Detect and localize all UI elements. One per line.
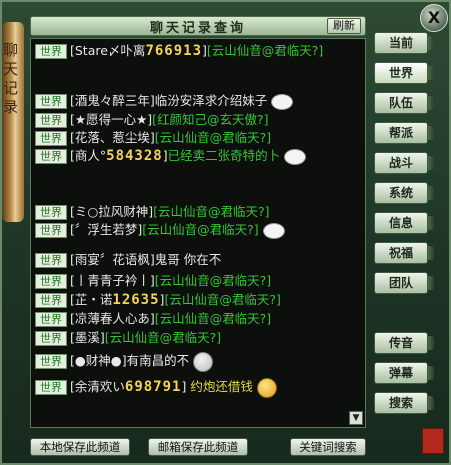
channel-tag[interactable]: 世界 xyxy=(35,223,67,238)
message-text[interactable]: [云山仙音@君临天?] xyxy=(155,130,271,145)
sender-name[interactable]: [雨宴〞花语枫] xyxy=(70,252,155,267)
chat-message: 世界 [Stare〆卟离766913][云山仙音@君临天?] xyxy=(35,41,361,61)
chat-message: 世界 [余清欢い698791] 约炮还借钱 xyxy=(35,377,277,398)
tab-danmaku[interactable]: 弹幕 xyxy=(374,362,434,384)
channel-tag[interactable]: 世界 xyxy=(35,44,67,59)
scroll-text: 聊天记录 xyxy=(1,42,19,118)
sender-score: 12635 xyxy=(112,292,160,308)
chat-message: 世界 [〞浮生若梦][云山仙音@君临天?] xyxy=(35,220,285,239)
sender-name[interactable]: [★愿得一心★] xyxy=(70,112,152,127)
sender-name[interactable]: [酒鬼々醉三年] xyxy=(70,93,155,108)
chat-message: 世界 [ミ○拉风财神][云山仙音@君临天?] xyxy=(35,202,270,221)
chat-message: 世界 [●财神●]有南昌的不 xyxy=(35,351,214,372)
window-title: 聊天记录查询 xyxy=(149,20,246,36)
title-bar: 聊天记录查询 刷新 xyxy=(30,16,366,36)
message-text[interactable]: [云山仙音@君临天?] xyxy=(105,330,221,345)
message-text[interactable]: 已经卖二张奇特的卜 xyxy=(168,148,281,163)
bunny-emote-icon xyxy=(284,148,307,165)
chat-history-window: 聊天记录 聊天记录查询 刷新 X 世界 [Stare〆卟离766913][云山仙音… xyxy=(0,0,451,465)
seal-icon xyxy=(422,428,444,454)
chat-message: 世界 [花落、惹尘埃][云山仙音@君临天?] xyxy=(35,128,271,147)
tab-world[interactable]: 世界 xyxy=(374,62,434,84)
tab-info[interactable]: 信息 xyxy=(374,212,434,234)
channel-tag[interactable]: 世界 xyxy=(35,331,67,346)
message-text[interactable]: [云山仙音@君临天?] xyxy=(155,273,271,288)
message-text: 鬼哥 你在不 xyxy=(154,252,222,267)
channel-tag[interactable]: 世界 xyxy=(35,274,67,289)
channel-tag[interactable]: 世界 xyxy=(35,113,67,128)
tab-whisper[interactable]: 传音 xyxy=(374,332,434,354)
sender-score: 584328 xyxy=(106,148,163,164)
message-text[interactable]: [云山仙音@君临天?] xyxy=(142,222,258,237)
sender-name[interactable]: [花落、惹尘埃] xyxy=(70,130,155,145)
chat-message: 世界 [雨宴〞花语枫]鬼哥 你在不 xyxy=(35,250,221,269)
refresh-button[interactable]: 刷新 xyxy=(327,18,361,34)
message-text: 有南昌的不 xyxy=(126,353,190,368)
tab-system[interactable]: 系统 xyxy=(374,182,434,204)
bunny-emote-icon xyxy=(262,222,285,239)
channel-tag[interactable]: 世界 xyxy=(35,94,67,109)
tab-guild[interactable]: 帮派 xyxy=(374,122,434,144)
close-icon[interactable]: X xyxy=(420,4,448,32)
chat-message: 世界 [墨溪][云山仙音@君临天?] xyxy=(35,328,221,347)
bunny-emote-icon xyxy=(271,93,294,110)
channel-tag[interactable]: 世界 xyxy=(35,293,67,308)
channel-tag[interactable]: 世界 xyxy=(35,253,67,268)
sender-name[interactable]: [丨青青子衿丨] xyxy=(70,273,155,288)
sender-name[interactable]: [凉薄春人心あ] xyxy=(70,311,155,326)
keyword-search-button[interactable]: 关键词搜索 xyxy=(290,438,366,456)
message-text[interactable]: [云山仙音@君临天?] xyxy=(153,204,269,219)
chat-message: 世界 [凉薄春人心あ][云山仙音@君临天?] xyxy=(35,309,271,328)
message-text: 临汾安泽求介绍妹子 xyxy=(154,93,268,108)
save-local-button[interactable]: 本地保存此频道 xyxy=(30,438,130,456)
tab-team[interactable]: 队伍 xyxy=(374,92,434,114)
save-mail-button[interactable]: 邮箱保存此频道 xyxy=(148,438,248,456)
tab-search[interactable]: 搜索 xyxy=(374,392,434,414)
tab-current[interactable]: 当前 xyxy=(374,32,434,54)
sender-name[interactable]: [余清欢い xyxy=(70,379,125,394)
sender-name[interactable]: [Stare〆卟离 xyxy=(70,43,145,58)
sender-name[interactable]: [〞浮生若梦] xyxy=(70,222,142,237)
message-text: 约炮还借钱 xyxy=(190,379,253,394)
sender-name-end: ] xyxy=(181,379,187,394)
sender-name[interactable]: [ミ○拉风财神] xyxy=(70,204,153,219)
message-text[interactable]: [云山仙音@君临天?] xyxy=(207,43,323,58)
chat-message: 世界 [芷・诺12635][云山仙音@君临天?] xyxy=(35,290,281,310)
channel-tag[interactable]: 世界 xyxy=(35,149,67,164)
tab-battle[interactable]: 战斗 xyxy=(374,152,434,174)
scroll-down-icon[interactable]: ▼ xyxy=(349,411,363,425)
message-text[interactable]: [云山仙音@君临天?] xyxy=(164,292,280,307)
sender-name[interactable]: [商人° xyxy=(70,148,106,163)
chat-message: 世界 [酒鬼々醉三年]临汾安泽求介绍妹子 xyxy=(35,91,294,110)
sender-score: 698791 xyxy=(124,379,182,395)
chat-message: 世界 [商人°584328]已经卖二张奇特的卜 xyxy=(35,146,361,166)
sender-name[interactable]: [芷・诺 xyxy=(70,292,112,307)
channel-tag[interactable]: 世界 xyxy=(35,131,67,146)
message-text[interactable]: [红颜知己@玄天傲?] xyxy=(152,112,268,127)
channel-tag[interactable]: 世界 xyxy=(35,205,67,220)
face-emote-icon xyxy=(256,377,277,398)
message-text[interactable]: [云山仙音@君临天?] xyxy=(155,311,271,326)
sender-name[interactable]: [墨溪] xyxy=(70,330,105,345)
face-emote-icon xyxy=(193,351,214,372)
tab-group[interactable]: 团队 xyxy=(374,272,434,294)
channel-tag[interactable]: 世界 xyxy=(35,380,67,395)
sender-score: 766913 xyxy=(145,43,203,59)
decorative-scroll: 聊天记录 xyxy=(1,22,24,222)
tab-blessing[interactable]: 祝福 xyxy=(374,242,434,264)
channel-tag[interactable]: 世界 xyxy=(35,354,67,369)
sender-name[interactable]: [●财神●] xyxy=(70,353,127,368)
channel-tag[interactable]: 世界 xyxy=(35,312,67,327)
chat-message: 世界 [丨青青子衿丨][云山仙音@君临天?] xyxy=(35,271,271,290)
chat-message: 世界 [★愿得一心★][红颜知己@玄天傲?] xyxy=(35,110,269,129)
chat-log[interactable]: 世界 [Stare〆卟离766913][云山仙音@君临天?] 世界 [酒鬼々醉三年]… xyxy=(30,38,366,428)
